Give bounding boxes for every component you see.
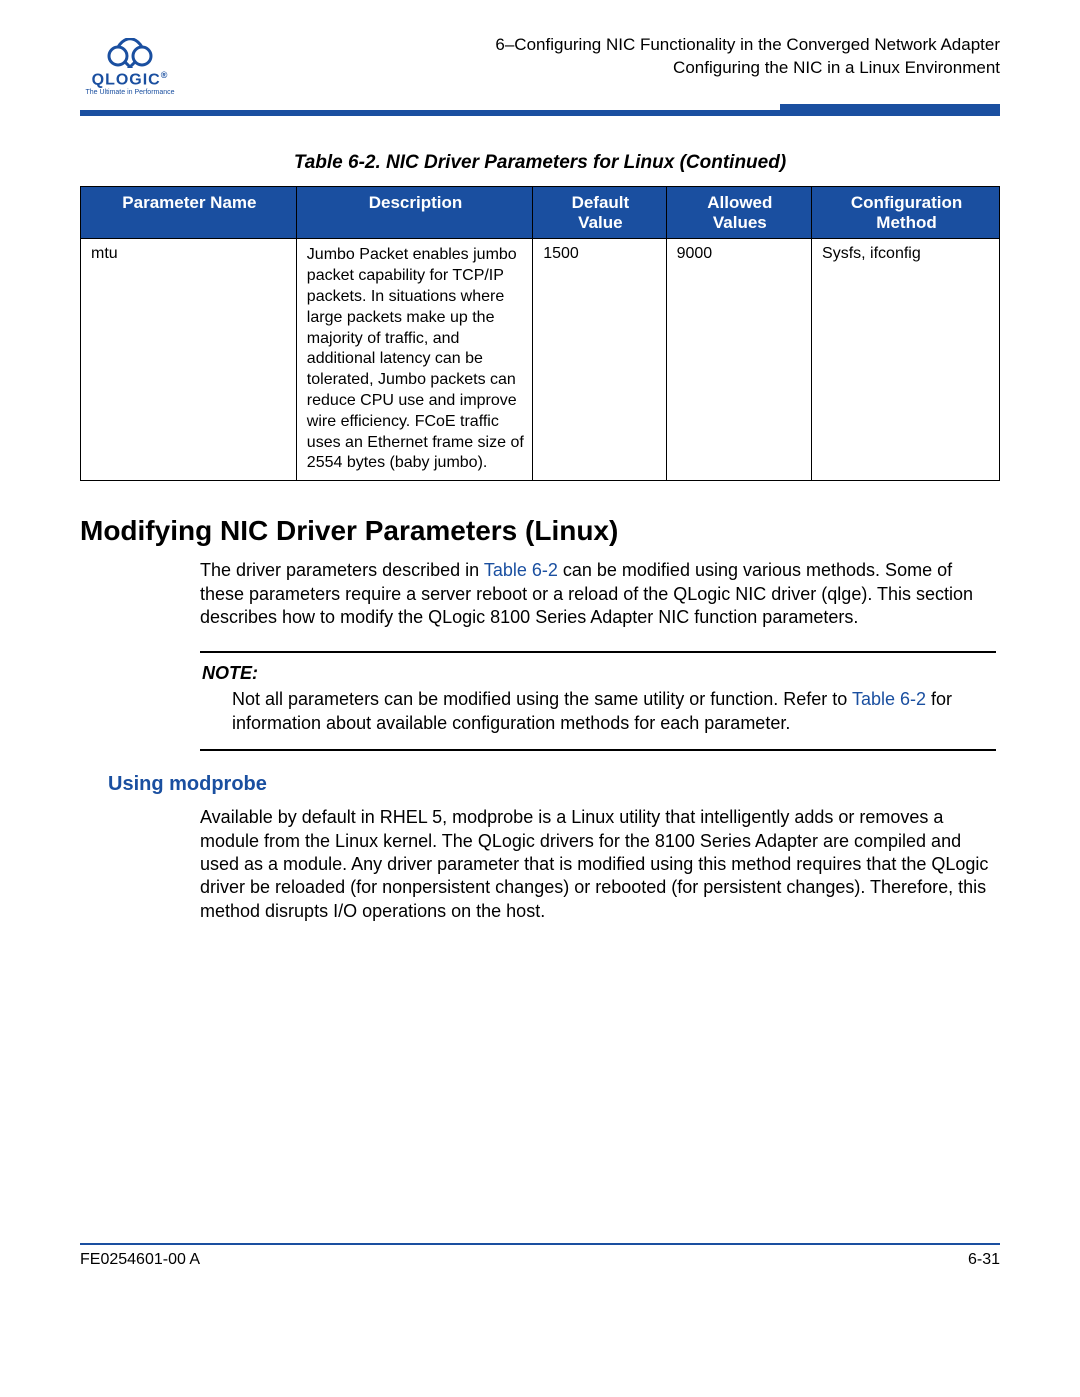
page-header: QLOGIC® The Ultimate in Performance 6–Co… [80, 34, 1000, 96]
col-header-param: Parameter Name [81, 187, 297, 239]
header-section: Configuring the NIC in a Linux Environme… [495, 57, 1000, 80]
col-header-desc: Description [296, 187, 532, 239]
page-header-text: 6–Configuring NIC Functionality in the C… [495, 34, 1000, 80]
note-label: NOTE: [202, 663, 994, 684]
cell-desc: Jumbo Packet enables jumbo packet capabi… [296, 239, 532, 481]
logo-tagline: The Ultimate in Performance [80, 89, 180, 96]
table-header-row: Parameter Name Description DefaultValue … [81, 187, 1000, 239]
col-header-default: DefaultValue [533, 187, 666, 239]
table-caption: Table 6-2. NIC Driver Parameters for Lin… [80, 152, 1000, 174]
page-footer: FE0254601-00 A 6-31 [80, 1251, 1000, 1269]
header-rule [80, 110, 1000, 116]
cell-config: Sysfs, ifconfig [812, 239, 1000, 481]
table-6-2-link[interactable]: Table 6-2 [484, 560, 558, 580]
table-row: mtu Jumbo Packet enables jumbo packet ca… [81, 239, 1000, 481]
subsection-heading: Using modprobe [108, 773, 1000, 796]
nic-params-table: Parameter Name Description DefaultValue … [80, 186, 1000, 481]
section-heading: Modifying NIC Driver Parameters (Linux) [80, 515, 1000, 547]
cell-param: mtu [81, 239, 297, 481]
qlogic-logo-icon [103, 38, 157, 68]
page-number: 6-31 [968, 1251, 1000, 1269]
doc-number: FE0254601-00 A [80, 1251, 200, 1269]
logo-text: QLOGIC® [80, 70, 180, 89]
section-paragraph: The driver parameters described in Table… [200, 559, 996, 629]
subsection-paragraph: Available by default in RHEL 5, modprobe… [200, 806, 996, 923]
note-body: Not all parameters can be modified using… [232, 688, 994, 735]
col-header-allowed: AllowedValues [666, 187, 811, 239]
cell-allowed: 9000 [666, 239, 811, 481]
note-box: NOTE: Not all parameters can be modified… [200, 651, 996, 751]
footer-rule [80, 1243, 1000, 1245]
cell-default: 1500 [533, 239, 666, 481]
table-6-2-link[interactable]: Table 6-2 [852, 689, 926, 709]
logo-block: QLOGIC® The Ultimate in Performance [80, 34, 180, 96]
col-header-config: ConfigurationMethod [812, 187, 1000, 239]
header-chapter: 6–Configuring NIC Functionality in the C… [495, 34, 1000, 57]
